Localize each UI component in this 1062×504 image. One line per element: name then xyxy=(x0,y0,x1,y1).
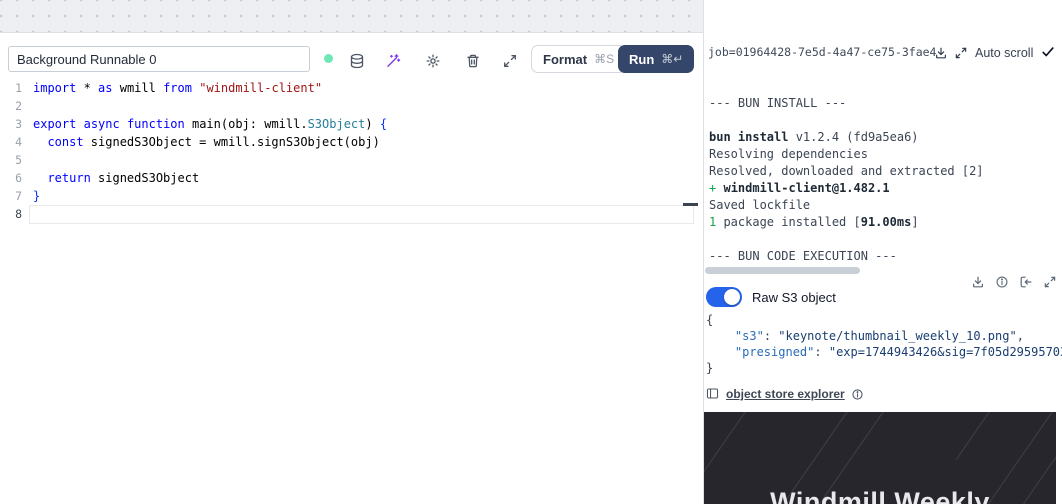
code-line[interactable]: 3 export async function main(obj: wmill.S… xyxy=(0,115,703,133)
horizontal-scrollbar[interactable] xyxy=(705,267,860,274)
log-line: --- BUN INSTALL --- xyxy=(709,95,1062,112)
raw-s3-toggle-row: Raw S3 object xyxy=(706,286,836,308)
auto-scroll-label[interactable]: Auto scroll xyxy=(975,46,1033,60)
editor-toolbar: Format ⌘S Run ⌘↵ xyxy=(0,33,703,79)
code-text: return signedS3Object xyxy=(33,169,199,187)
code-text: } xyxy=(33,187,40,205)
s3-image-preview: Windmill Weekly xyxy=(704,412,1056,504)
line-number: 7 xyxy=(0,187,22,205)
line-number: 2 xyxy=(0,97,22,115)
status-dot-icon xyxy=(324,54,333,63)
line-number: 4 xyxy=(0,133,22,151)
log-line xyxy=(709,231,1062,248)
object-store-link-row: object store explorer xyxy=(706,386,864,402)
download-result-icon[interactable] xyxy=(970,274,985,289)
database-icon[interactable] xyxy=(348,52,366,70)
code-line[interactable]: 2 xyxy=(0,97,703,115)
code-text xyxy=(33,97,40,115)
raw-s3-toggle-label[interactable]: Raw S3 object xyxy=(752,290,836,305)
code-line[interactable]: 4 const signedS3Object = wmill.signS3Obj… xyxy=(0,133,703,151)
runnable-name-input[interactable] xyxy=(8,46,310,72)
expand-icon[interactable] xyxy=(501,52,519,70)
code-text: import * as wmill from "windmill-client" xyxy=(33,79,322,97)
run-button[interactable]: Run ⌘↵ xyxy=(618,45,694,73)
format-button[interactable]: Format ⌘S xyxy=(531,45,626,73)
line-number: 8 xyxy=(0,205,22,223)
code-text: export async function main(obj: wmill.S3… xyxy=(33,115,387,133)
line-number: 1 xyxy=(0,79,22,97)
fullscreen-result-icon[interactable] xyxy=(1042,274,1057,289)
job-header: job=01964428-7e5d-4a47-ce75-3fae4 Auto s… xyxy=(704,44,1062,62)
raw-s3-toggle[interactable] xyxy=(706,287,742,307)
json-line: "s3": "keynote/thumbnail_weekly_10.png", xyxy=(706,328,1062,344)
code-line[interactable]: 7} xyxy=(0,187,703,205)
log-line: --- BUN CODE EXECUTION --- xyxy=(709,248,1062,265)
ai-wand-icon[interactable] xyxy=(384,52,402,70)
script-editor-pane: Format ⌘S Run ⌘↵ 1 import * as wmill from… xyxy=(0,0,703,504)
info-icon[interactable] xyxy=(851,388,864,401)
code-text xyxy=(33,205,40,223)
log-output: --- BUN INSTALL --- bun install v1.2.4 (… xyxy=(709,95,1062,265)
code-line[interactable]: 8 xyxy=(0,205,703,223)
app-canvas-dotted-grid xyxy=(0,0,703,33)
settings-gear-icon[interactable] xyxy=(424,52,442,70)
log-line xyxy=(709,112,1062,129)
code-text xyxy=(33,151,40,169)
line-number: 5 xyxy=(0,151,22,169)
code-line[interactable]: 5 xyxy=(0,151,703,169)
checkmark-icon[interactable] xyxy=(1041,45,1056,60)
line-number: 6 xyxy=(0,169,22,187)
format-label: Format xyxy=(543,52,587,67)
log-line: 1 package installed [91.00ms] xyxy=(709,214,1062,231)
run-label: Run xyxy=(629,52,654,67)
panel-left-icon xyxy=(706,387,720,401)
info-icon[interactable] xyxy=(994,274,1009,289)
json-line: { xyxy=(706,312,1062,328)
toggle-knob xyxy=(724,289,740,305)
log-line: Saved lockfile xyxy=(709,197,1062,214)
run-shortcut: ⌘↵ xyxy=(661,52,683,66)
log-line: bun install v1.2.4 (fd9a5ea6) xyxy=(709,129,1062,146)
open-drawer-icon[interactable] xyxy=(1018,274,1033,289)
output-pane: job=01964428-7e5d-4a47-ce75-3fae4 Auto s… xyxy=(704,0,1062,504)
log-line: Resolving dependencies xyxy=(709,146,1062,163)
trash-icon[interactable] xyxy=(464,52,482,70)
object-store-explorer-link[interactable]: object store explorer xyxy=(726,387,845,401)
result-json-viewer: { "s3": "keynote/thumbnail_weekly_10.png… xyxy=(706,312,1062,376)
json-line: "presigned": "exp=1744943426&sig=7f05d29… xyxy=(706,344,1062,360)
code-text: const signedS3Object = wmill.signS3Objec… xyxy=(33,133,380,151)
code-line[interactable]: 6 return signedS3Object xyxy=(0,169,703,187)
line-number: 3 xyxy=(0,115,22,133)
json-line: } xyxy=(706,360,1062,376)
job-id-label: job=01964428-7e5d-4a47-ce75-3fae4 xyxy=(708,45,936,59)
overview-ruler-cursor-mark xyxy=(683,203,698,206)
log-line: Resolved, downloaded and extracted [2] xyxy=(709,163,1062,180)
preview-title-text: Windmill Weekly xyxy=(704,487,1056,504)
code-editor[interactable]: 1 import * as wmill from "windmill-client… xyxy=(0,79,703,504)
code-line[interactable]: 1 import * as wmill from "windmill-client… xyxy=(0,79,703,97)
download-logs-icon[interactable] xyxy=(933,45,948,60)
fullscreen-logs-icon[interactable] xyxy=(953,45,968,60)
log-line: + windmill-client@1.482.1 xyxy=(709,180,1062,197)
format-shortcut: ⌘S xyxy=(594,52,614,66)
